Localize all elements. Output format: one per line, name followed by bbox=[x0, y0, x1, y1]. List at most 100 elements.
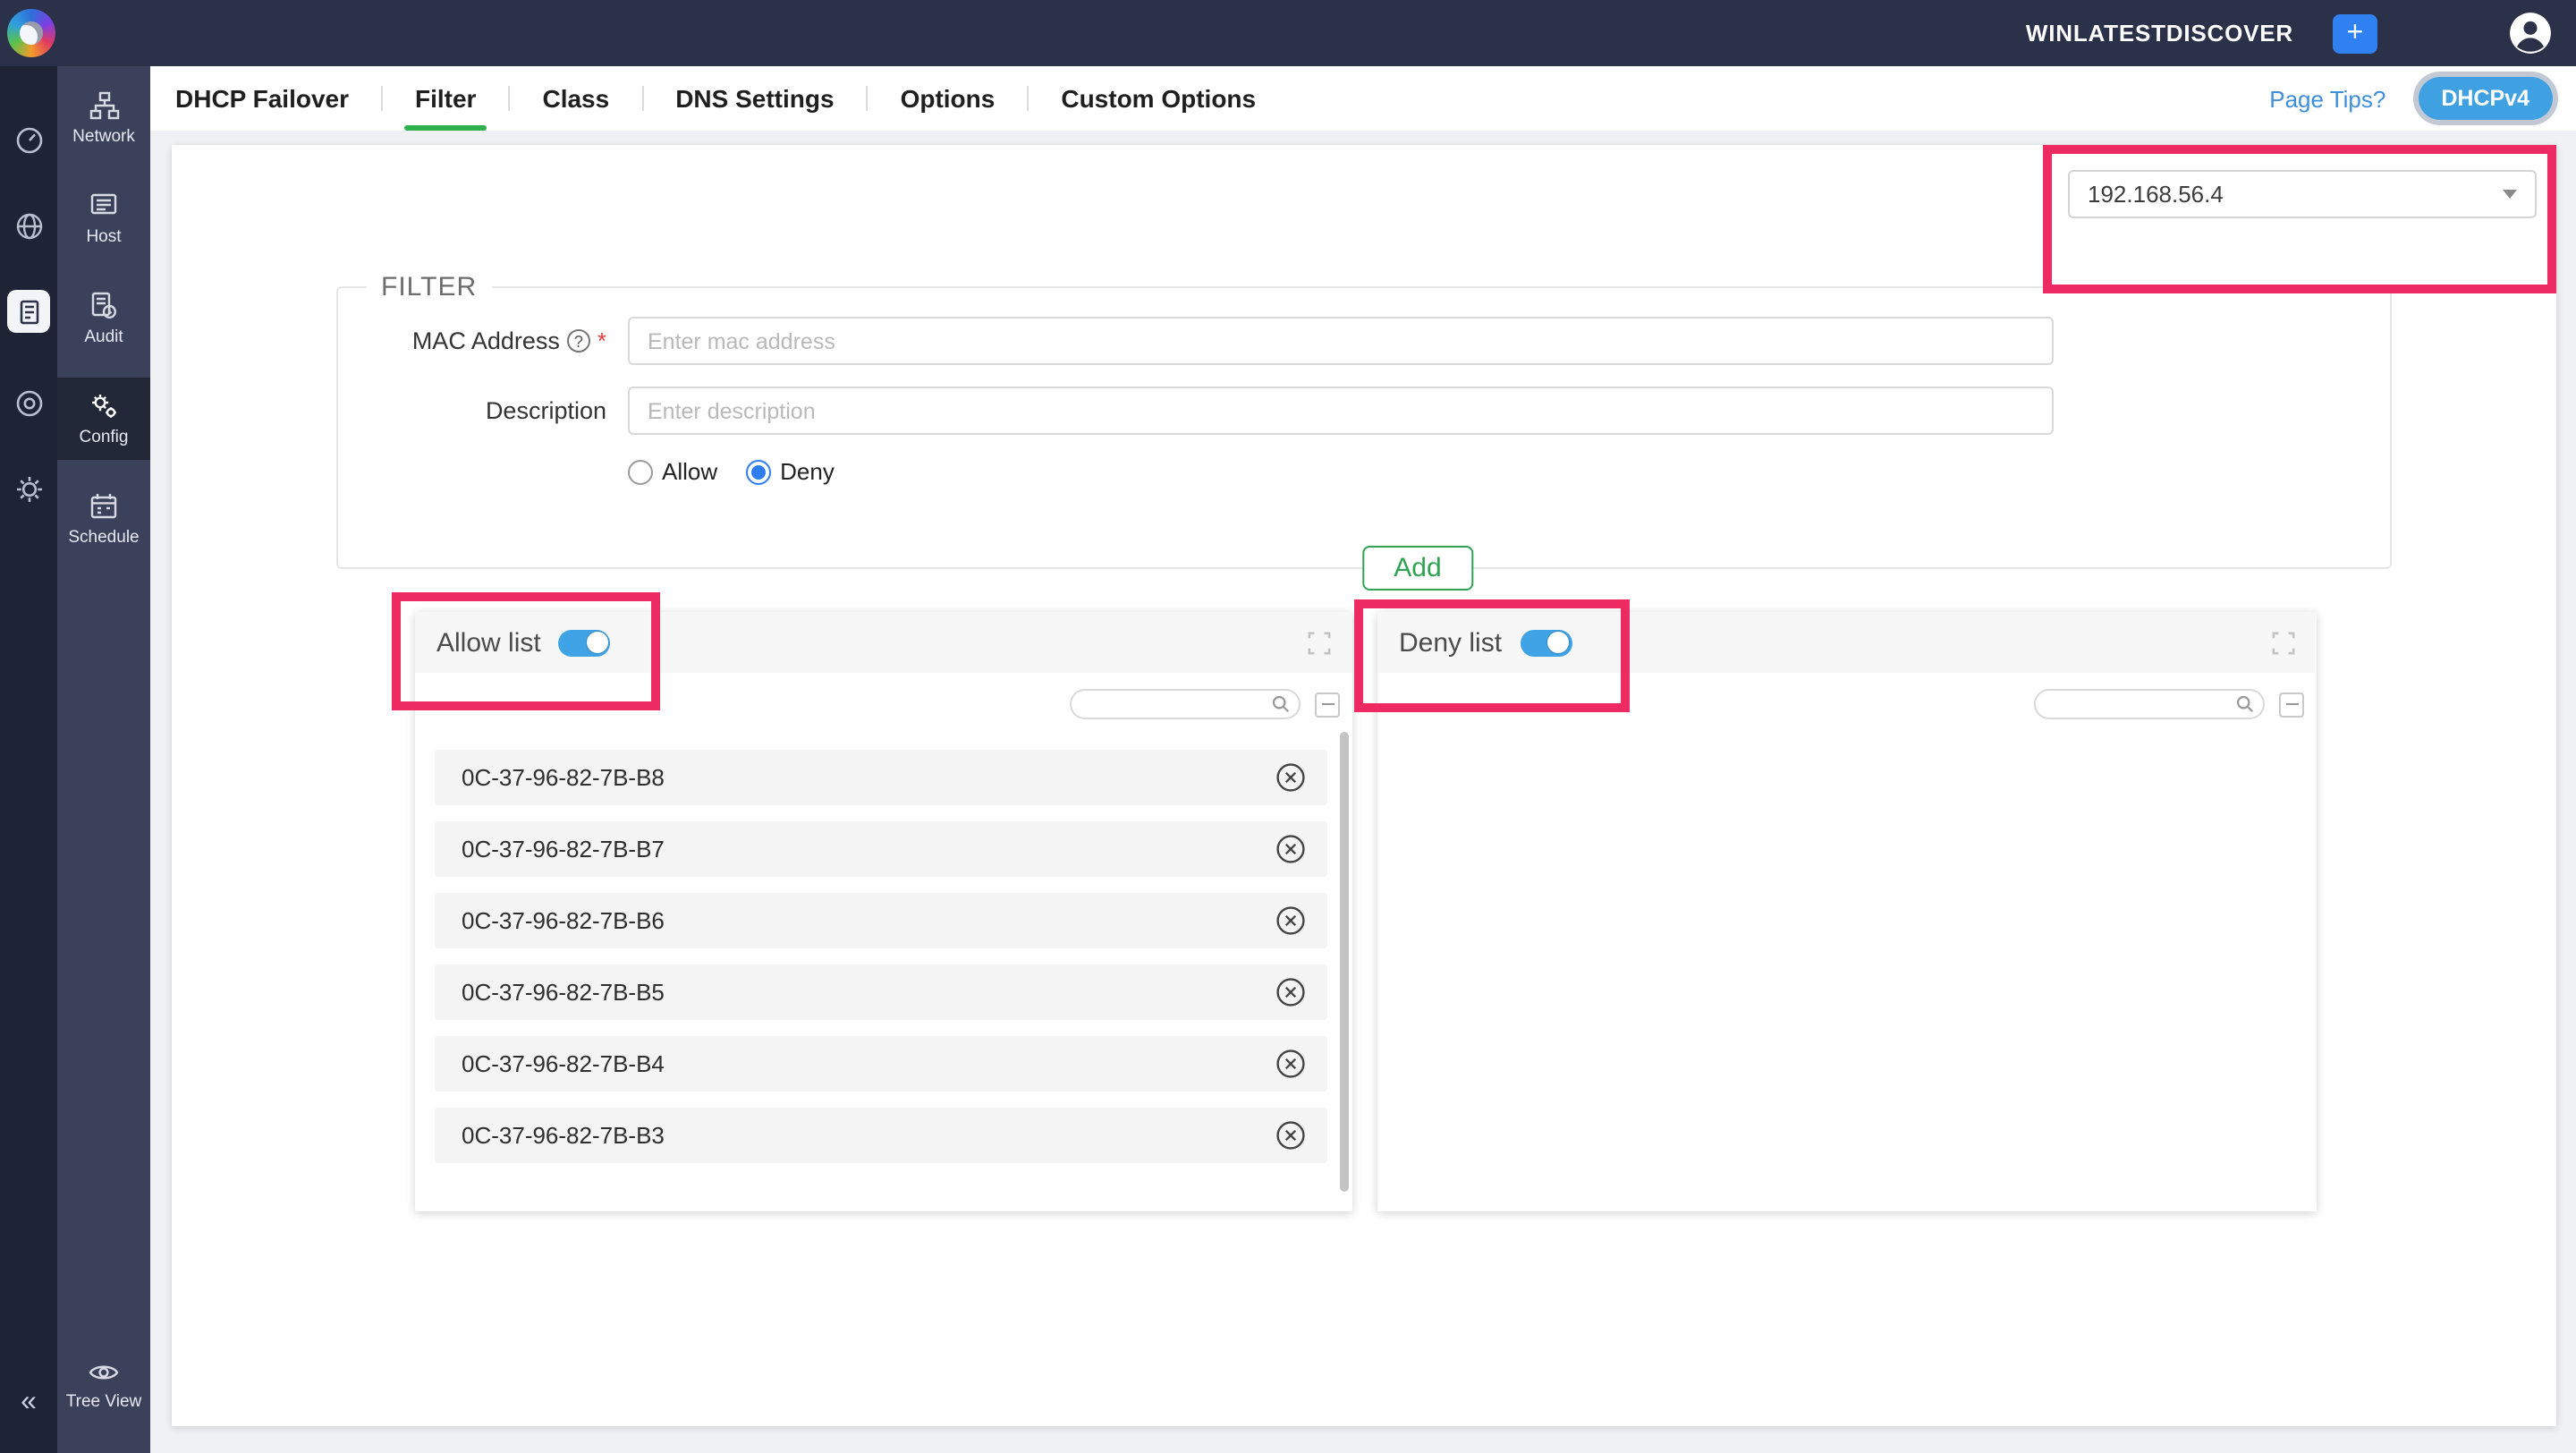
list-item: 0C-37-96-82-7B-B5 bbox=[435, 964, 1327, 1020]
sidebar-item-host[interactable]: Host bbox=[57, 177, 150, 259]
sidebar-item-label: Host bbox=[86, 227, 121, 247]
list-item: 0C-37-96-82-7B-B4 bbox=[435, 1036, 1327, 1092]
collapse-sidebar-icon[interactable]: « bbox=[21, 1389, 37, 1417]
sidebar-item-schedule[interactable]: Schedule bbox=[57, 478, 150, 560]
deny-list-rows bbox=[1377, 719, 2317, 750]
deny-list-toggle[interactable] bbox=[1520, 629, 1572, 656]
mac-address-label: MAC Address ? * bbox=[338, 327, 606, 354]
server-select[interactable]: 192.168.56.4 bbox=[2068, 170, 2537, 218]
remove-entry-icon[interactable] bbox=[1275, 1049, 1306, 1079]
remove-entry-icon[interactable] bbox=[1275, 905, 1306, 936]
remove-entry-icon[interactable] bbox=[1275, 762, 1306, 793]
tab-dhcp-failover[interactable]: DHCP Failover bbox=[175, 66, 381, 131]
deny-list-tools bbox=[1377, 673, 2317, 719]
mac-address-value: 0C-37-96-82-7B-B7 bbox=[462, 836, 665, 862]
description-row: Description bbox=[338, 387, 2390, 435]
page-tips-link[interactable]: Page Tips? bbox=[2269, 85, 2385, 112]
collapse-rows-icon[interactable] bbox=[2279, 692, 2304, 717]
mac-address-value: 0C-37-96-82-7B-B8 bbox=[462, 764, 665, 791]
sidebar-item-label: Tree View bbox=[66, 1392, 142, 1412]
deny-list-search[interactable] bbox=[2034, 689, 2265, 719]
dashboard-gauge-icon[interactable] bbox=[13, 123, 45, 156]
tab-class[interactable]: Class bbox=[510, 66, 641, 131]
module-strip: « bbox=[0, 66, 57, 1453]
tabsbar-right-group: Page Tips? DHCPv4 bbox=[2269, 77, 2576, 120]
tab-filter[interactable]: Filter bbox=[383, 66, 508, 131]
allow-list-rows: 0C-37-96-82-7B-B8 0C-37-96-82-7B-B7 bbox=[415, 719, 1352, 1163]
deny-list-panel: Deny list bbox=[1377, 612, 2317, 1211]
chevron-down-icon bbox=[2503, 190, 2517, 199]
filter-legend: FILTER bbox=[367, 272, 491, 302]
mac-address-label-text: MAC Address bbox=[412, 327, 560, 354]
content-area: 192.168.56.4 FILTER MAC Address ? * bbox=[150, 131, 2576, 1453]
remove-entry-icon[interactable] bbox=[1275, 1120, 1306, 1151]
tab-options[interactable]: Options bbox=[869, 66, 1028, 131]
mac-address-value: 0C-37-96-82-7B-B5 bbox=[462, 979, 665, 1006]
tab-dns-settings[interactable]: DNS Settings bbox=[643, 66, 866, 131]
allow-list-panel: Allow list bbox=[415, 612, 1352, 1211]
add-button[interactable]: + bbox=[2333, 13, 2377, 53]
allow-list-search[interactable] bbox=[1070, 689, 1301, 719]
brand-logo-icon bbox=[7, 9, 55, 57]
allow-list-toggle[interactable] bbox=[559, 629, 611, 656]
expand-icon[interactable] bbox=[2272, 631, 2295, 654]
mac-address-row: MAC Address ? * bbox=[338, 317, 2390, 365]
list-item: 0C-37-96-82-7B-B3 bbox=[435, 1108, 1327, 1163]
account-name: WINLATESTDISCOVER bbox=[2026, 20, 2293, 47]
tab-custom-options[interactable]: Custom Options bbox=[1029, 66, 1288, 131]
help-icon[interactable]: ? bbox=[567, 329, 590, 353]
remove-entry-icon[interactable] bbox=[1275, 834, 1306, 864]
allow-radio-label: Allow bbox=[662, 458, 717, 485]
globe-dns-icon[interactable] bbox=[13, 209, 45, 242]
deny-radio-option[interactable]: Deny bbox=[746, 458, 835, 485]
protocol-badge[interactable]: DHCPv4 bbox=[2418, 77, 2553, 120]
sidebar-item-label: Config bbox=[80, 428, 129, 447]
deny-radio-label: Deny bbox=[780, 458, 835, 485]
app-window: WINLATESTDISCOVER + bbox=[0, 0, 2576, 1453]
description-label-text: Description bbox=[486, 397, 606, 424]
filter-mode-radio-group: Allow Deny bbox=[628, 458, 2390, 485]
deny-list-search-input[interactable] bbox=[2050, 694, 2236, 714]
allow-radio[interactable] bbox=[628, 459, 653, 484]
deny-radio[interactable] bbox=[746, 459, 771, 484]
sidebar-item-network[interactable]: Network bbox=[57, 77, 150, 159]
search-icon bbox=[1272, 694, 1290, 714]
sidebar-item-label: Audit bbox=[84, 327, 123, 347]
settings-cog-icon[interactable] bbox=[13, 472, 45, 505]
mac-address-input[interactable] bbox=[628, 317, 2054, 365]
sidebar-item-audit[interactable]: Audit bbox=[57, 277, 150, 360]
allow-list-tools bbox=[415, 673, 1352, 719]
expand-icon[interactable] bbox=[1308, 631, 1331, 654]
deny-list-title: Deny list bbox=[1399, 627, 1502, 658]
description-label: Description bbox=[338, 397, 606, 424]
sidebar-item-label: Schedule bbox=[68, 528, 139, 548]
mac-address-value: 0C-37-96-82-7B-B3 bbox=[462, 1122, 665, 1149]
filter-page-card: 192.168.56.4 FILTER MAC Address ? * bbox=[172, 145, 2556, 1426]
remove-entry-icon[interactable] bbox=[1275, 977, 1306, 1007]
sidebar-item-tree-view[interactable]: Tree View bbox=[57, 1346, 150, 1424]
list-item: 0C-37-96-82-7B-B8 bbox=[435, 750, 1327, 805]
list-item: 0C-37-96-82-7B-B6 bbox=[435, 893, 1327, 948]
allow-list-header: Allow list bbox=[415, 612, 1352, 673]
description-input[interactable] bbox=[628, 387, 2054, 435]
collapse-rows-icon[interactable] bbox=[1315, 692, 1340, 717]
allow-list-search-input[interactable] bbox=[1086, 694, 1272, 714]
allow-radio-option[interactable]: Allow bbox=[628, 458, 717, 485]
dhcp-module-icon[interactable] bbox=[7, 290, 50, 333]
allow-list-title: Allow list bbox=[436, 627, 541, 658]
sidebar-item-config[interactable]: Config bbox=[57, 378, 150, 460]
tabs-bar: DHCP Failover Filter Class DNS Settings … bbox=[150, 66, 2576, 131]
monitor-donut-icon[interactable] bbox=[13, 387, 45, 419]
topbar-right-group: WINLATESTDISCOVER + bbox=[2026, 11, 2553, 55]
sidebar: Network Host Audit Config bbox=[57, 66, 150, 1453]
scrollbar-thumb[interactable] bbox=[1340, 732, 1349, 1192]
mac-address-value: 0C-37-96-82-7B-B6 bbox=[462, 907, 665, 934]
mac-address-value: 0C-37-96-82-7B-B4 bbox=[462, 1050, 665, 1077]
main-area: DHCP Failover Filter Class DNS Settings … bbox=[150, 66, 2576, 1453]
add-filter-button[interactable]: Add bbox=[1361, 546, 1473, 591]
sidebar-item-label: Network bbox=[72, 127, 135, 147]
top-bar: WINLATESTDISCOVER + bbox=[0, 0, 2576, 66]
user-avatar[interactable] bbox=[2508, 11, 2553, 55]
server-select-value: 192.168.56.4 bbox=[2088, 181, 2224, 208]
filter-fieldset: FILTER MAC Address ? * Description bbox=[336, 272, 2392, 569]
